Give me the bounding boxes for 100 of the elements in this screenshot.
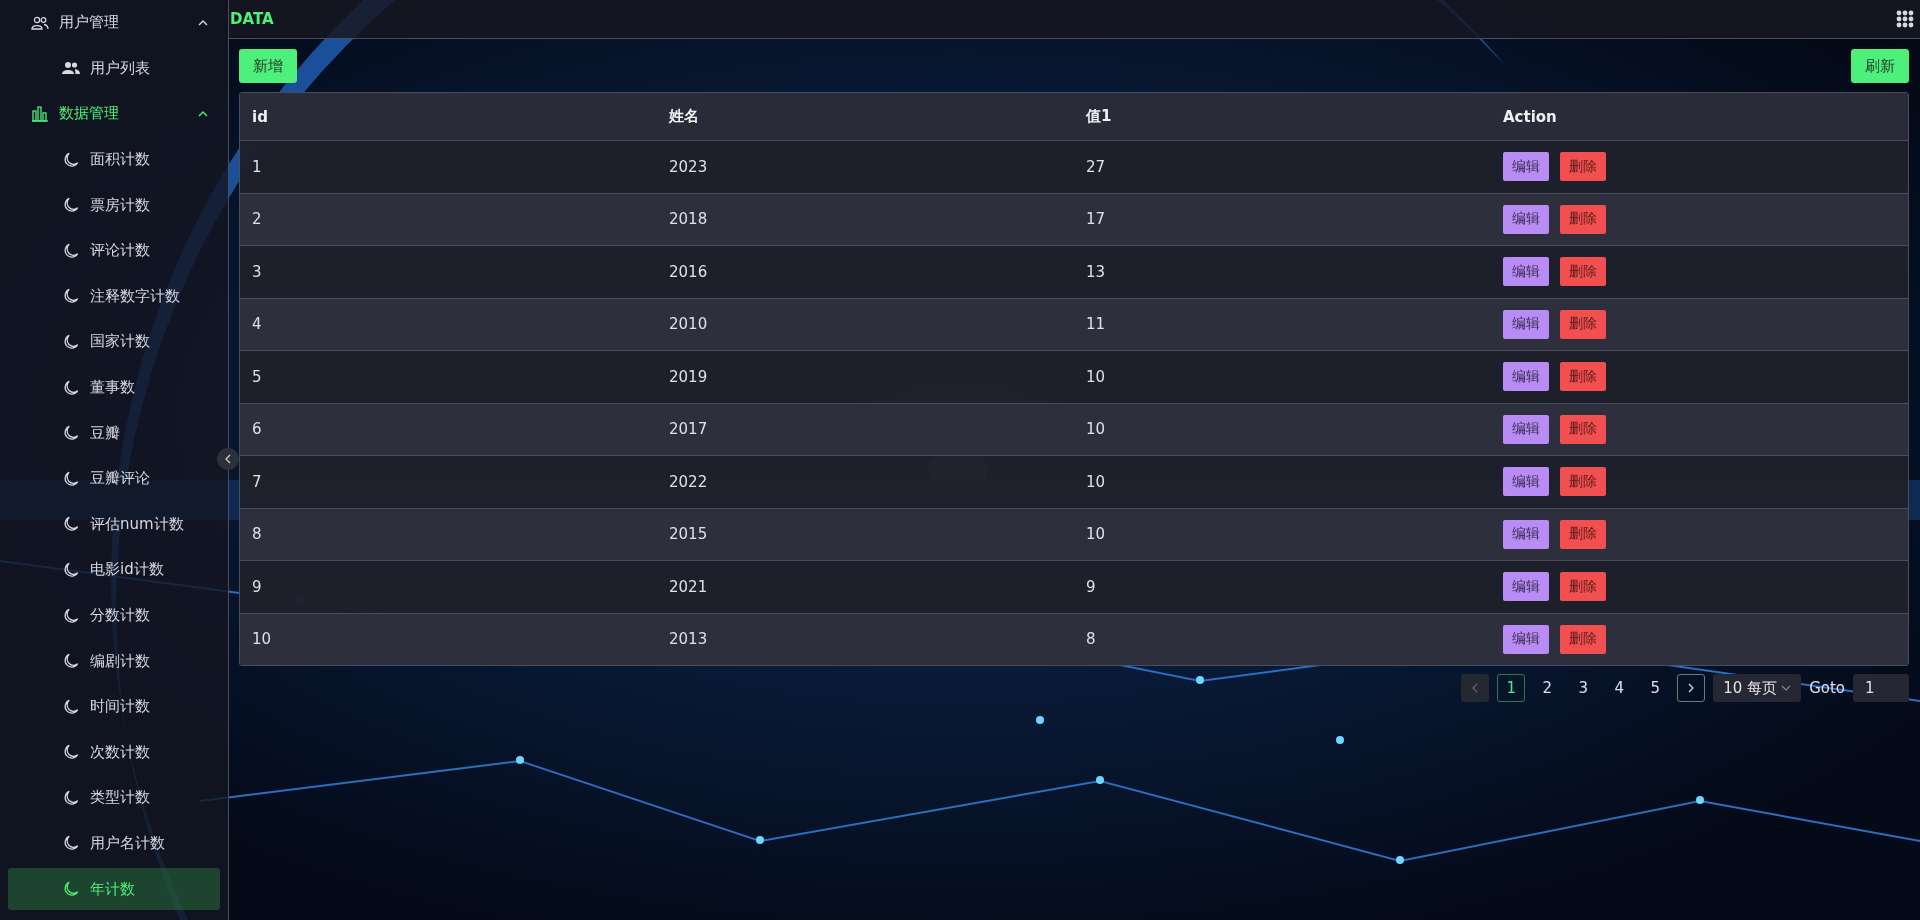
edit-button[interactable]: 编辑	[1503, 309, 1549, 339]
menu-item[interactable]: 豆瓣评论	[8, 457, 220, 500]
edit-button[interactable]: 编辑	[1503, 257, 1549, 287]
table-cell-text: 2013	[668, 630, 709, 649]
table-cell-text: 8	[1085, 630, 1097, 649]
table-cell-text: 2018	[668, 210, 709, 229]
page-size-value: 10 每页	[1723, 678, 1778, 698]
edit-button[interactable]: 编辑	[1503, 572, 1549, 602]
table-cell-text: 27	[1085, 157, 1107, 176]
table-cell-text: 2010	[668, 315, 709, 334]
menu-item[interactable]: 编剧计数	[8, 640, 220, 682]
goto-input[interactable]: 1	[1853, 674, 1909, 702]
moon-icon	[62, 835, 80, 852]
menu-item[interactable]: 豆瓣	[8, 412, 220, 454]
moon-icon	[62, 242, 80, 259]
chevron-down-icon	[1781, 685, 1792, 691]
table-cell-text: 10	[1085, 525, 1107, 544]
users-icon	[31, 14, 49, 31]
next-page-button[interactable]	[1677, 674, 1706, 702]
table-cell-text: 10	[251, 630, 273, 649]
column-header: 值1	[1084, 107, 1113, 126]
table-cell-text: 7	[251, 472, 263, 491]
delete-button[interactable]: 删除	[1560, 519, 1606, 549]
table-cell-text: 8	[251, 525, 263, 544]
table-cell-text: 2019	[668, 367, 709, 386]
edit-button[interactable]: 编辑	[1503, 204, 1549, 234]
menu-item[interactable]: 用户名计数	[8, 822, 220, 865]
delete-button[interactable]: 删除	[1560, 362, 1606, 392]
moon-icon	[62, 197, 80, 214]
menu-group[interactable]: 数据管理	[0, 91, 228, 137]
menu-item[interactable]: 评估num计数	[8, 503, 220, 546]
column-header: Action	[1502, 107, 1558, 126]
delete-button[interactable]: 删除	[1560, 624, 1606, 654]
refresh-button[interactable]: 刷新	[1851, 49, 1909, 83]
moon-icon	[62, 333, 80, 350]
menu-item[interactable]: 分数计数	[8, 594, 220, 637]
edit-button[interactable]: 编辑	[1503, 624, 1549, 654]
table-cell-text: 2017	[668, 420, 709, 439]
table-cell-text: 17	[1085, 210, 1107, 229]
edit-button[interactable]: 编辑	[1503, 467, 1549, 497]
delete-button[interactable]: 删除	[1560, 414, 1606, 444]
chevron-left-icon	[225, 454, 231, 464]
edit-button[interactable]: 编辑	[1503, 152, 1549, 182]
menu-item[interactable]: 注释数字计数	[8, 275, 220, 318]
table-cell-text: 2015	[668, 525, 709, 544]
menu-group-label: 用户管理	[59, 13, 120, 33]
add-button[interactable]: 新增	[239, 49, 297, 83]
menu-item[interactable]: 评论计数	[8, 229, 220, 272]
table-cell-text: 4	[251, 315, 263, 334]
menu-item[interactable]: 票房计数	[8, 184, 220, 226]
menu-item[interactable]: 面积计数	[8, 138, 220, 181]
delete-button[interactable]: 删除	[1560, 152, 1606, 182]
page-button[interactable]: 2	[1533, 674, 1562, 702]
page-title: DATA	[230, 10, 274, 28]
table-cell-text: 9	[1085, 577, 1097, 596]
menu-item[interactable]: 时间计数	[8, 685, 220, 728]
delete-button[interactable]: 删除	[1560, 257, 1606, 287]
page-button[interactable]: 1	[1497, 674, 1526, 702]
table-cell-text: 13	[1085, 262, 1107, 281]
page-button[interactable]: 3	[1569, 674, 1598, 702]
chevron-right-icon	[1688, 683, 1695, 693]
moon-icon	[62, 561, 80, 578]
page-button[interactable]: 5	[1641, 674, 1670, 702]
apps-grid-icon[interactable]	[1896, 10, 1914, 28]
menu-item[interactable]: 年计数	[8, 868, 220, 910]
table-cell-text: 2023	[668, 157, 709, 176]
delete-button[interactable]: 删除	[1560, 572, 1606, 602]
delete-button[interactable]: 删除	[1560, 309, 1606, 339]
moon-icon	[62, 151, 80, 168]
menu-item[interactable]: 国家计数	[8, 321, 220, 363]
table-cell-text: 2	[251, 210, 263, 229]
column-header: 姓名	[668, 107, 700, 126]
menu-item[interactable]: 电影id计数	[8, 549, 220, 591]
moon-icon	[62, 607, 80, 624]
edit-button[interactable]: 编辑	[1503, 414, 1549, 444]
table-cell-text: 2021	[668, 577, 709, 596]
table-cell-text: 2022	[668, 472, 709, 491]
edit-button[interactable]: 编辑	[1503, 362, 1549, 392]
page-button[interactable]: 4	[1605, 674, 1634, 702]
page-size-select[interactable]: 10 每页	[1713, 674, 1802, 702]
moon-icon	[62, 516, 80, 533]
moon-icon	[62, 789, 80, 806]
menu-item[interactable]: 类型计数	[8, 777, 220, 819]
menu-group[interactable]: 用户管理	[0, 0, 228, 46]
bar-chart-icon	[31, 106, 49, 122]
moon-icon	[62, 470, 80, 487]
moon-icon	[62, 425, 80, 442]
edit-button[interactable]: 编辑	[1503, 519, 1549, 549]
chevron-left-icon	[1472, 683, 1479, 693]
menu-item[interactable]: 董事数	[8, 366, 220, 409]
moon-icon	[62, 698, 80, 715]
table-cell-text: 2016	[668, 262, 709, 281]
menu-group-label: 数据管理	[59, 104, 120, 124]
delete-button[interactable]: 删除	[1560, 204, 1606, 234]
moon-icon	[62, 744, 80, 761]
menu-item[interactable]: 次数计数	[8, 731, 220, 774]
moon-icon	[62, 653, 80, 670]
menu-item[interactable]: 用户列表	[8, 47, 220, 90]
table-cell-text: 9	[251, 577, 263, 596]
delete-button[interactable]: 删除	[1560, 467, 1606, 497]
